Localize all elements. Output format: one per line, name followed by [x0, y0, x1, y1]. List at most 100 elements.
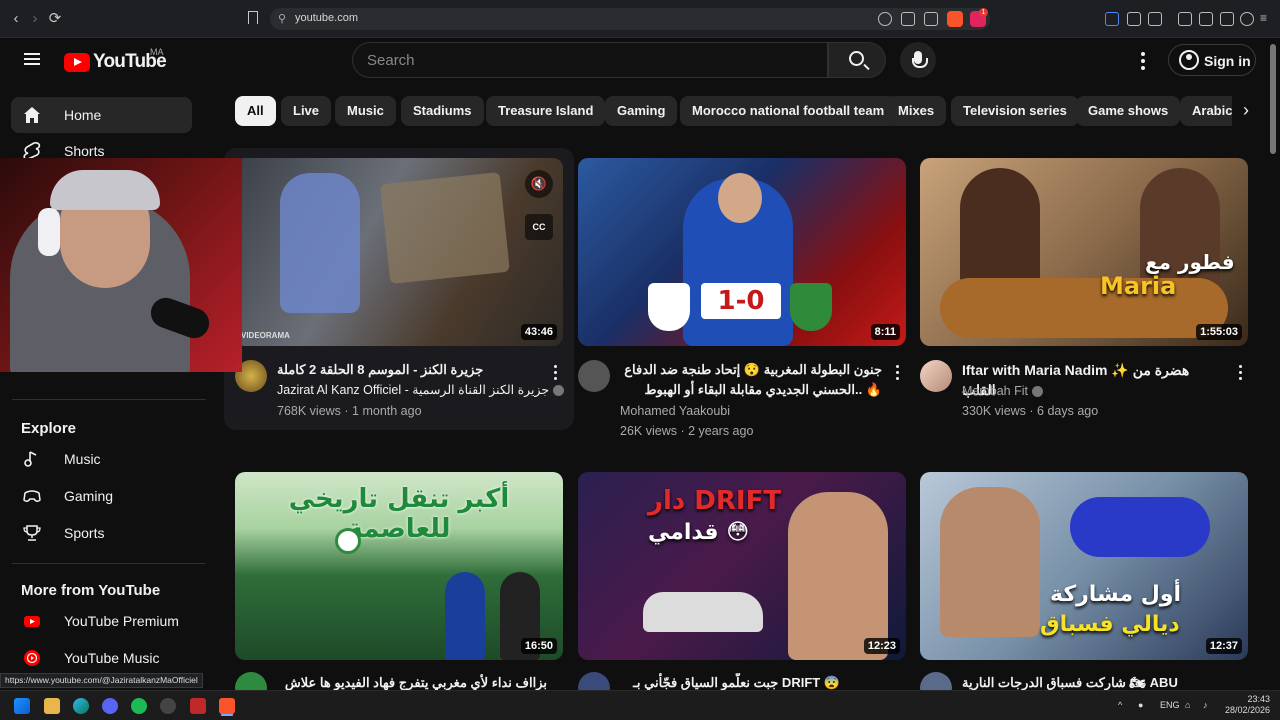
channel-name[interactable]: Mambah Fit	[962, 384, 1043, 398]
player-figure	[445, 572, 485, 660]
video-title[interactable]: بزااف نداء لأي مغربي يتفرج فهاد الفيديو …	[277, 673, 547, 690]
channel-name[interactable]: Mohamed Yaakoubi	[620, 404, 730, 418]
clock-time[interactable]: 23:43	[1220, 694, 1270, 704]
extensions-icon[interactable]	[1127, 12, 1141, 26]
mute-icon[interactable]: 🔇	[525, 170, 553, 198]
chip-mixes[interactable]: Mixes	[886, 96, 947, 126]
chip-treasure-island[interactable]: Treasure Island	[486, 96, 606, 126]
browser-menu-icon[interactable]: ≡	[1260, 12, 1274, 26]
app-red-icon[interactable]	[190, 698, 206, 714]
search-input[interactable]	[353, 43, 827, 77]
channel-name-text: Mambah Fit	[962, 384, 1028, 398]
search-button[interactable]	[828, 42, 886, 78]
person-figure	[788, 492, 888, 660]
discord-icon[interactable]	[102, 698, 118, 714]
video-thumbnail[interactable]: 1-0 8:11	[578, 158, 906, 346]
sidebar-item-sports[interactable]: Sports	[11, 515, 192, 551]
windows-start-icon[interactable]	[14, 698, 30, 714]
sidebar-item-youtube-music[interactable]: YouTube Music	[11, 640, 192, 676]
zoom-icon[interactable]	[878, 12, 892, 26]
speedreader-icon[interactable]	[1105, 12, 1119, 26]
chip-music[interactable]: Music	[335, 96, 396, 126]
video-thumbnail[interactable]: VIDEORAMA 🔇 CC 43:46	[235, 158, 563, 346]
channel-avatar[interactable]	[920, 360, 952, 392]
sidebar-item-music[interactable]: Music	[11, 441, 192, 477]
chip-stadiums[interactable]: Stadiums	[401, 96, 484, 126]
webcam-overlay	[0, 158, 242, 372]
video-title[interactable]: جزيرة الكنز - الموسم 8 الحلقة 2 كاملة	[277, 360, 547, 380]
sidebar-item-label: YouTube Premium	[64, 613, 179, 629]
keyboard-language[interactable]: ENG	[1160, 700, 1180, 710]
file-explorer-icon[interactable]	[44, 698, 60, 714]
sign-in-button[interactable]: Sign in	[1168, 44, 1256, 76]
tray-chevron-icon[interactable]: ^	[1118, 700, 1122, 710]
video-duration: 1:55:03	[1196, 324, 1242, 340]
thumb-text-top: دار DRIFT	[648, 486, 782, 516]
sidebar-item-label: Gaming	[64, 488, 114, 504]
sidebar-item-youtube-premium[interactable]: YouTube Premium	[11, 603, 192, 639]
channel-avatar[interactable]	[578, 360, 610, 392]
forward-icon[interactable]: ›	[27, 11, 43, 27]
volume-icon[interactable]: ♪	[1203, 700, 1208, 710]
video-title[interactable]: جنون البطولة المغربية 😯 إتحاد طنجة ضد ال…	[620, 360, 882, 400]
tab-search-icon[interactable]	[1199, 12, 1213, 26]
settings-kebab-icon[interactable]	[1141, 52, 1145, 73]
thumb-text-maria: Maria	[1100, 272, 1177, 300]
trophy-icon	[23, 525, 41, 541]
shield-icon[interactable]	[1240, 12, 1254, 26]
vpn-icon[interactable]	[1220, 12, 1234, 26]
chips-next-chevron-icon[interactable]: ›	[1232, 96, 1260, 126]
video-thumbnail[interactable]: أكبر تنقل تاريخي للعاصمة 16:50	[235, 472, 563, 660]
video-thumbnail[interactable]: فطور مع Maria 1:55:03	[920, 158, 1248, 346]
chip-game-shows[interactable]: Game shows	[1076, 96, 1181, 126]
brave-browser-icon[interactable]	[219, 698, 235, 714]
youtube-premium-icon	[24, 616, 40, 627]
search-icon	[849, 51, 864, 66]
network-icon[interactable]: ⌂	[1185, 700, 1190, 710]
sidebar-toggle-icon[interactable]	[1178, 12, 1192, 26]
app-icon[interactable]	[160, 698, 176, 714]
back-icon[interactable]: ‹	[8, 11, 24, 27]
voice-search-icon[interactable]	[900, 42, 936, 78]
youtube-logo[interactable]: YouTube MA	[64, 47, 167, 73]
microphone-tray-icon[interactable]: ●	[1138, 700, 1143, 710]
chip-live[interactable]: Live	[281, 96, 332, 126]
channel-name[interactable]: Jazirat Al Kanz Officiel - جزيرة الكنز ا…	[277, 382, 565, 397]
spotify-icon[interactable]	[131, 698, 147, 714]
chip-television-series[interactable]: Television series	[951, 96, 1079, 126]
channel-name-text: Jazirat Al Kanz Officiel - جزيرة الكنز ا…	[277, 383, 550, 397]
share-icon[interactable]	[924, 12, 938, 26]
site-settings-icon[interactable]: ⚲	[278, 12, 286, 25]
video-title[interactable]: جبت نعلّمو السياق فجّأني بـ DRIFT 😨 🔥	[620, 673, 840, 690]
video-title[interactable]: شاركت فسباق الدرجات النارية 🏍 ABU DHABI …	[962, 673, 1218, 690]
video-menu-icon[interactable]	[554, 365, 558, 383]
clock-date[interactable]: 28/02/2026	[1208, 705, 1270, 715]
youtube-header: YouTube MA Sign in	[0, 38, 1280, 84]
thumb-text-bottom: قدامي 😳	[648, 520, 750, 545]
chip-morocco-national-football-team[interactable]: Morocco national football team	[680, 96, 897, 126]
gamepad-icon	[23, 490, 41, 503]
sidebar-divider	[12, 563, 206, 564]
thumb-text-bottom: ديالي فسباق	[1040, 612, 1180, 637]
brave-shields-icon[interactable]	[947, 11, 963, 27]
explore-heading: Explore	[21, 420, 77, 437]
page-scrollbar[interactable]	[1270, 44, 1276, 154]
video-thumbnail[interactable]: دار DRIFT قدامي 😳 12:23	[578, 472, 906, 660]
video-menu-icon[interactable]	[1239, 365, 1243, 383]
sidebar-item-home[interactable]: Home	[11, 97, 192, 133]
video-menu-icon[interactable]	[896, 365, 900, 383]
captions-icon[interactable]: CC	[525, 214, 553, 240]
puppet-figure	[280, 173, 360, 313]
reload-icon[interactable]: ⟳	[47, 11, 63, 27]
video-thumbnail[interactable]: أول مشاركة ديالي فسباق 12:37	[920, 472, 1248, 660]
hamburger-menu-icon[interactable]	[24, 53, 40, 65]
sidebar-item-gaming[interactable]: Gaming	[11, 478, 192, 514]
bookmark-icon[interactable]	[248, 11, 258, 24]
chip-all[interactable]: All	[235, 96, 276, 126]
score-text: 1-0	[701, 283, 781, 319]
wallet-icon[interactable]	[1148, 12, 1162, 26]
country-code: MA	[150, 47, 164, 57]
cast-icon[interactable]	[901, 12, 915, 26]
chip-gaming[interactable]: Gaming	[605, 96, 678, 126]
edge-icon[interactable]	[73, 698, 89, 714]
